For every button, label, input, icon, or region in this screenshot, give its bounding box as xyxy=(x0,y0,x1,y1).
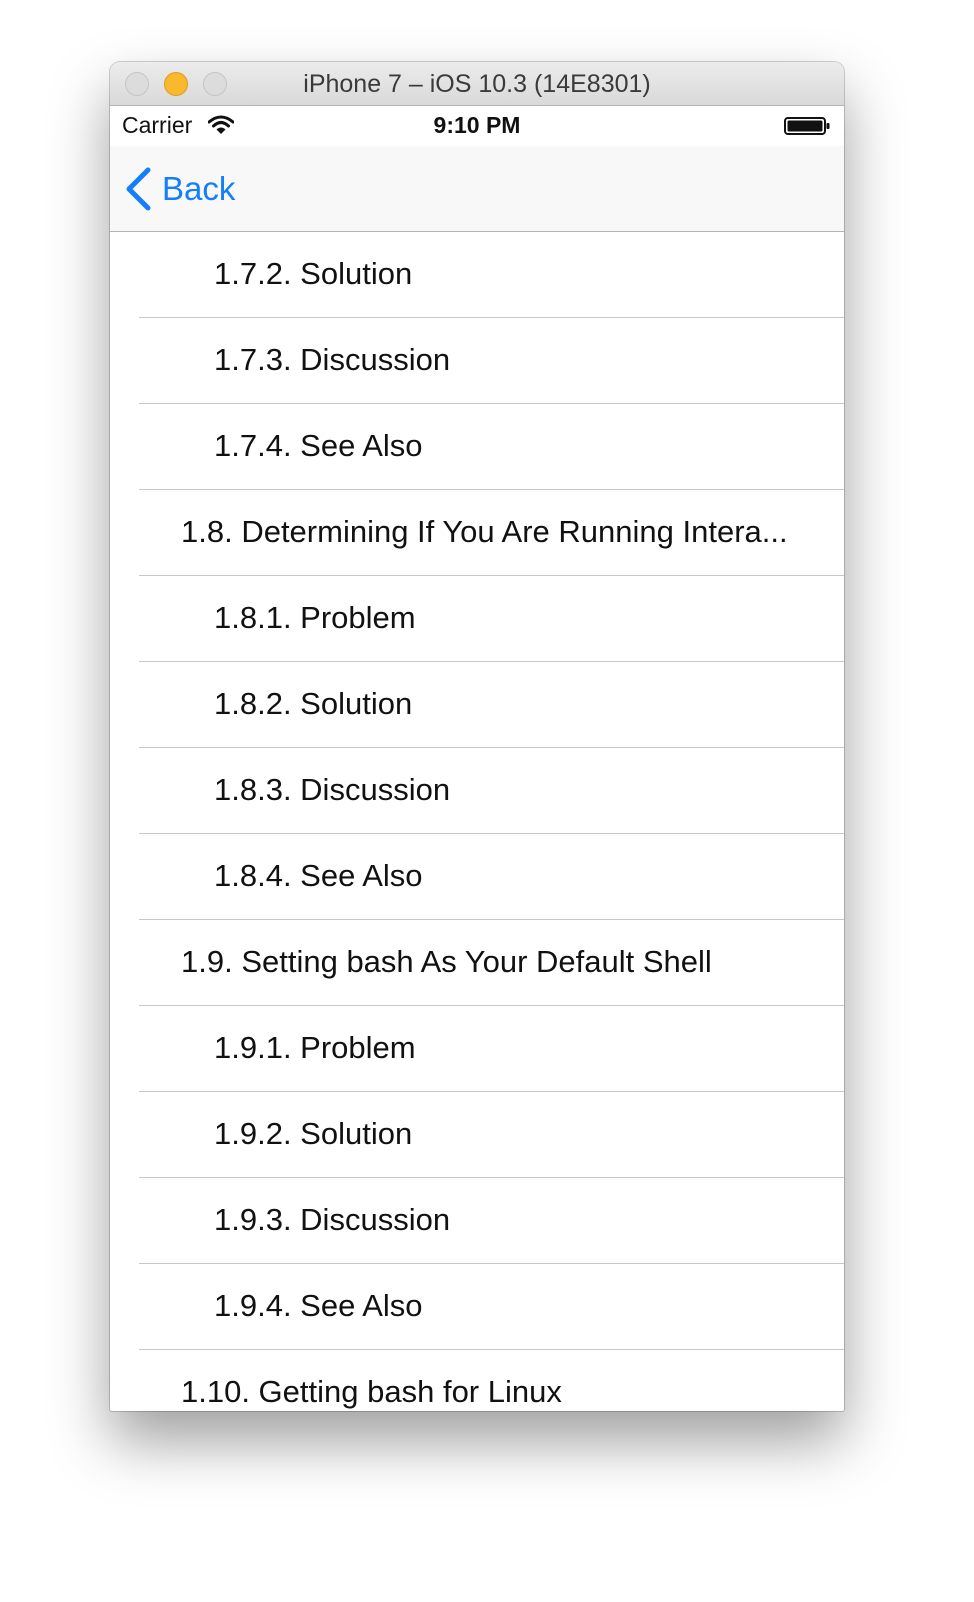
toc-list-item[interactable]: 1.7.3. Discussion xyxy=(110,318,844,404)
simulator-window: iPhone 7 – iOS 10.3 (14E8301) Carrier 9:… xyxy=(110,62,844,1411)
toc-item-label: 1.8.1. Problem xyxy=(214,600,416,635)
clock-label: 9:10 PM xyxy=(433,112,521,138)
toc-item-label: 1.9.1. Problem xyxy=(214,1030,416,1065)
toc-item-label: 1.7.4. See Also xyxy=(214,428,423,463)
toc-list-item[interactable]: 1.8.3. Discussion xyxy=(110,748,844,834)
ios-status-bar: Carrier 9:10 PM xyxy=(110,106,844,146)
toc-list-item[interactable]: 1.9.1. Problem xyxy=(110,1006,844,1092)
toc-list-item[interactable]: 1.9.4. See Also xyxy=(110,1264,844,1350)
toc-item-label: 1.7.3. Discussion xyxy=(214,342,451,377)
toc-list-item[interactable]: 1.9.3. Discussion xyxy=(110,1178,844,1264)
toc-item-label: 1.10. Getting bash for Linux xyxy=(181,1374,562,1409)
toc-list-item[interactable]: 1.9.2. Solution xyxy=(110,1092,844,1178)
window-titlebar: iPhone 7 – iOS 10.3 (14E8301) xyxy=(110,62,844,106)
back-button[interactable]: Back xyxy=(124,166,264,212)
toc-item-label: 1.8.3. Discussion xyxy=(214,772,451,807)
battery-icon xyxy=(784,117,830,135)
navigation-bar: Back xyxy=(110,146,844,232)
toc-list-item[interactable]: 1.7.4. See Also xyxy=(110,404,844,490)
toc-list-item[interactable]: 1.8.4. See Also xyxy=(110,834,844,920)
toc-list-item[interactable]: 1.8. Determining If You Are Running Inte… xyxy=(110,490,844,576)
toc-list-item[interactable]: 1.9. Setting bash As Your Default Shell xyxy=(110,920,844,1006)
toc-item-label: 1.8. Determining If You Are Running Inte… xyxy=(181,514,788,549)
window-title: iPhone 7 – iOS 10.3 (14E8301) xyxy=(303,70,651,98)
toc-item-label: 1.9.3. Discussion xyxy=(214,1202,451,1237)
toc-item-label: 1.9.4. See Also xyxy=(214,1288,423,1323)
toc-item-label: 1.8.4. See Also xyxy=(214,858,423,893)
toc-list-item[interactable]: 1.7.2. Solution xyxy=(110,232,844,318)
toc-list-item[interactable]: 1.8.1. Problem xyxy=(110,576,844,662)
back-button-label: Back xyxy=(162,170,236,207)
toc-item-label: 1.9.2. Solution xyxy=(214,1116,413,1151)
toc-list[interactable]: 1.7.2. Solution 1.7.3. Discussion 1.7.4. S… xyxy=(110,232,844,1411)
toc-item-label: 1.9. Setting bash As Your Default Shell xyxy=(181,944,712,979)
toc-list-item[interactable]: 1.10. Getting bash for Linux xyxy=(110,1350,844,1411)
toc-list-item[interactable]: 1.8.2. Solution xyxy=(110,662,844,748)
chevron-left-icon xyxy=(126,167,151,211)
toc-item-label: 1.7.2. Solution xyxy=(214,256,413,291)
toc-item-label: 1.8.2. Solution xyxy=(214,686,413,721)
